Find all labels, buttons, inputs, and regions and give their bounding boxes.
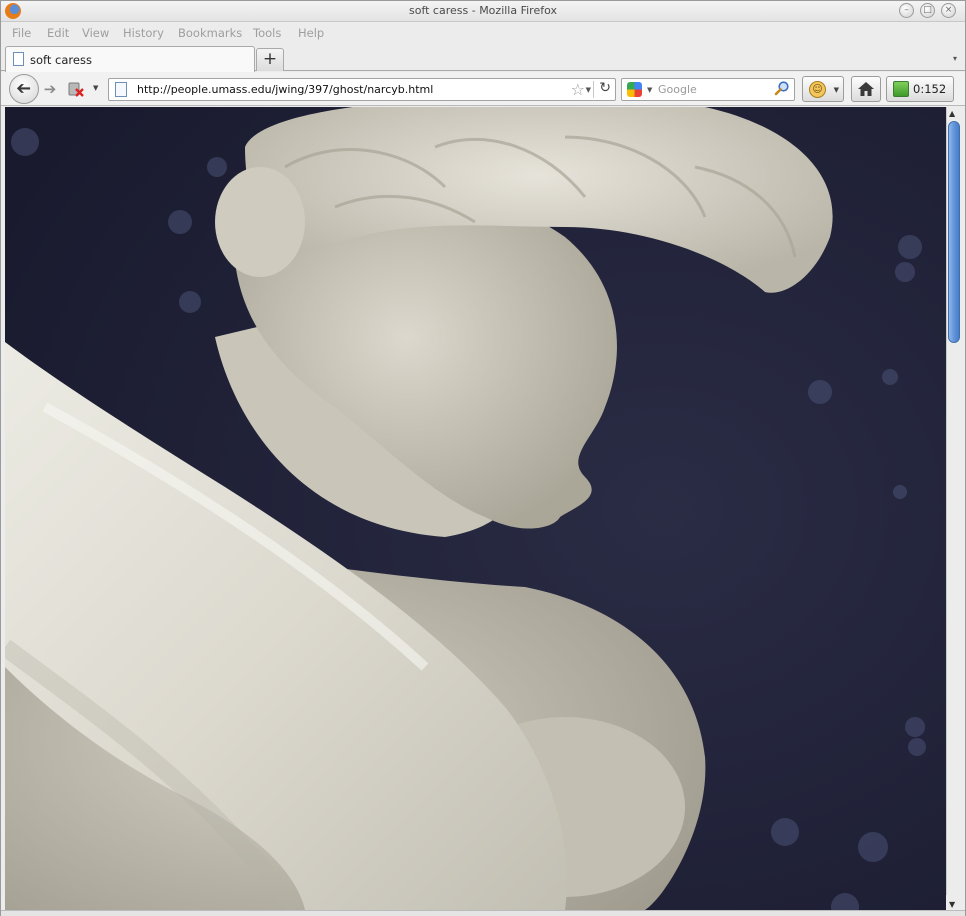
statue-image [5, 107, 946, 910]
url-separator [593, 81, 594, 98]
menu-bar: File Edit View History Bookmarks Tools H… [1, 23, 965, 43]
menu-help[interactable]: Help [298, 26, 324, 40]
bookmark-star-icon[interactable]: ☆ [571, 80, 585, 99]
page-content [5, 107, 946, 910]
search-bar[interactable]: ▼ [621, 78, 795, 101]
tab-list-arrow-icon[interactable]: ▾ [953, 54, 957, 63]
timer-text: 0:152 [913, 82, 947, 96]
smiley-face-icon: ☺ [809, 81, 826, 98]
back-button[interactable]: ➔ [9, 74, 39, 104]
search-engine-dropdown-icon[interactable]: ▼ [647, 86, 652, 94]
maximize-button[interactable]: □ [920, 3, 935, 18]
timer-icon [893, 81, 909, 97]
menu-tools[interactable]: Tools [253, 26, 281, 40]
reload-icon[interactable]: ↻ [599, 80, 611, 96]
url-text[interactable]: http://people.umass.edu/jwing/397/ghost/… [137, 83, 433, 96]
addon-dropdown-icon[interactable]: ▼ [834, 86, 839, 94]
menu-bookmarks[interactable]: Bookmarks [178, 26, 242, 40]
url-bar[interactable]: http://people.umass.edu/jwing/397/ghost/… [108, 78, 616, 101]
close-button[interactable]: × [941, 3, 956, 18]
tab-label: soft caress [30, 53, 92, 67]
menu-history[interactable]: History [123, 26, 164, 40]
addon-button[interactable]: ☺ ▼ [802, 76, 844, 102]
history-dropdown-icon[interactable]: ▼ [93, 84, 98, 92]
timer-button[interactable]: 0:152 [886, 76, 954, 102]
search-input[interactable] [658, 82, 770, 97]
scroll-down-arrow-icon[interactable]: ▼ [949, 900, 955, 909]
menu-file[interactable]: File [12, 26, 31, 40]
back-arrow-icon: ➔ [16, 78, 32, 99]
stop-button[interactable] [67, 80, 85, 98]
tab-soft-caress[interactable]: soft caress [5, 46, 255, 72]
forward-arrow-icon: ➔ [43, 80, 57, 98]
site-page-icon [115, 82, 127, 97]
minimize-button[interactable]: – [899, 3, 914, 18]
google-icon[interactable] [627, 82, 642, 97]
forward-button[interactable]: ➔ [40, 80, 60, 98]
scrollbar-thumb[interactable] [948, 121, 960, 343]
tab-bar: soft caress + ▾ [1, 43, 965, 72]
menu-edit[interactable]: Edit [47, 26, 69, 40]
page-icon [13, 52, 24, 66]
scroll-up-arrow-icon[interactable]: ▲ [949, 109, 955, 118]
stop-icon [68, 82, 84, 97]
title-bar: soft caress - Mozilla Firefox – □ × [1, 1, 965, 22]
menu-view[interactable]: View [82, 26, 109, 40]
vertical-scrollbar[interactable]: ▲ ▼ [946, 107, 961, 909]
url-history-dropdown-icon[interactable]: ▼ [586, 86, 591, 94]
search-magnifier-icon[interactable] [774, 80, 790, 100]
home-icon [858, 82, 874, 96]
navigation-toolbar: ➔ ➔ ▼ http://people.umass.edu/jwing/397/… [1, 72, 965, 106]
new-tab-button[interactable]: + [256, 48, 284, 71]
browser-window: soft caress - Mozilla Firefox – □ × File… [0, 0, 966, 916]
home-button[interactable] [851, 76, 881, 102]
status-bar [1, 910, 965, 916]
window-title: soft caress - Mozilla Firefox [408, 4, 558, 17]
